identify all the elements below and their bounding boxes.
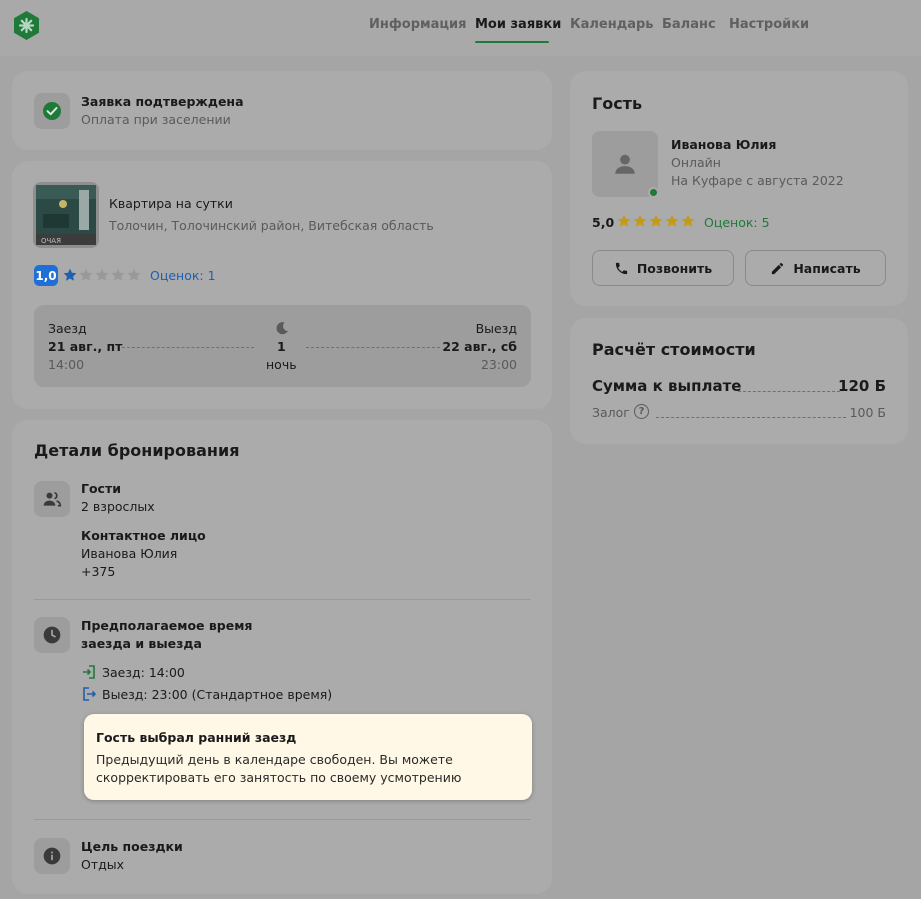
checkout-date: 22 авг., сб [442, 339, 517, 354]
section-divider [34, 599, 531, 600]
moon-icon [276, 322, 288, 335]
deposit-value: 100 Б [849, 405, 886, 420]
purpose-value: Отдых [81, 857, 125, 872]
price-card: Расчёт стоимости Сумма к выплате 120 Б З… [570, 318, 908, 444]
total-value: 120 Б [838, 377, 886, 395]
checkin-time: 14:00 [48, 357, 85, 372]
kufar-logo-icon[interactable] [11, 10, 42, 41]
details-title: Детали бронирования [34, 441, 240, 460]
deposit-dotted-line [656, 417, 846, 418]
call-button-label: Позвонить [636, 260, 713, 276]
star-empty-icon [95, 268, 109, 281]
status-subtitle: Оплата при заселении [81, 112, 231, 127]
checkout-time: 23:00 [480, 357, 517, 372]
listing-card: ОЧАЯ Квартира на сутки Толочин, Толочинс… [12, 161, 552, 409]
nights-label: ночь [266, 357, 297, 372]
nav-item-calendar[interactable]: Календарь [570, 17, 654, 32]
star-filled-icon [649, 214, 663, 227]
early-checkin-notice: Гость выбрал ранний заезд Предыдущий ден… [84, 714, 532, 800]
status-icon-box [34, 93, 70, 129]
checkin-dotted-line [122, 347, 254, 348]
guest-stars [616, 213, 696, 229]
message-button[interactable]: Написать [745, 250, 886, 286]
checkout-time-line: Выезд: 23:00 (Стандартное время) [102, 687, 333, 702]
purpose-icon-box [34, 838, 70, 874]
contact-phone: +375 [81, 564, 116, 579]
logout-icon [83, 687, 96, 701]
section-divider [34, 819, 531, 820]
purpose-label: Цель поездки [81, 839, 183, 854]
star-filled-icon [665, 214, 679, 227]
svg-text:ОЧАЯ: ОЧАЯ [41, 237, 61, 245]
status-card: Заявка подтверждена Оплата при заселении [12, 71, 552, 150]
notice-text-line-1: Предыдущий день в календаре свободен. Вы… [96, 752, 453, 767]
status-title: Заявка подтверждена [81, 94, 244, 109]
listing-address: Толочин, Толочинский район, Витебская об… [109, 218, 434, 233]
phone-icon [615, 262, 627, 274]
star-filled-icon [681, 214, 695, 227]
time-label-line-2: заезда и выезда [81, 636, 202, 651]
guests-value: 2 взрослых [81, 499, 155, 514]
guest-rating-value: 5,0 [592, 215, 615, 230]
check-circle-icon [43, 102, 61, 120]
guests-label: Гости [81, 481, 121, 496]
people-icon [43, 491, 62, 507]
info-icon [43, 847, 61, 865]
nav-item-info[interactable]: Информация [369, 17, 467, 32]
message-button-label: Написать [793, 260, 861, 276]
apartment-photo-icon: ОЧАЯ [36, 185, 96, 245]
nav-item-my-requests[interactable]: Мои заявки [475, 17, 561, 32]
nav-active-underline [475, 41, 549, 43]
stay-dates-box: Заезд 21 авг., пт 14:00 1 ночь Выезд 22 … [34, 305, 531, 387]
star-empty-icon [127, 268, 141, 281]
checkin-label: Заезд [48, 321, 87, 336]
time-icon-box [34, 617, 70, 653]
user-icon [615, 154, 635, 174]
guest-since: На Куфаре с августа 2022 [671, 173, 844, 188]
notice-text-line-2: скорректировать его занятость по своему … [96, 770, 462, 785]
listing-reviews-link[interactable]: Оценок: 1 [150, 268, 216, 283]
guest-status: Онлайн [671, 155, 721, 170]
guest-card: Гость Иванова Юлия Онлайн На Куфаре с ав… [570, 71, 908, 306]
booking-details-card: Детали бронирования Гости 2 взрослых Кон… [12, 420, 552, 894]
total-label: Сумма к выплате [592, 377, 742, 395]
deposit-label: Залог [592, 405, 630, 420]
guest-title: Гость [592, 94, 643, 113]
login-icon [83, 665, 95, 679]
listing-stars [62, 267, 142, 283]
star-filled-icon [633, 214, 647, 227]
guest-reviews-link[interactable]: Оценок: 5 [704, 215, 770, 230]
price-title: Расчёт стоимости [592, 340, 756, 359]
top-header: Информация Мои заявки Календарь Баланс Н… [0, 0, 921, 56]
star-empty-icon [111, 268, 125, 281]
checkout-label: Выезд [475, 321, 517, 336]
contact-name: Иванова Юлия [81, 546, 178, 561]
call-button[interactable]: Позвонить [592, 250, 734, 286]
checkin-date: 21 авг., пт [48, 339, 123, 354]
online-status-dot [648, 187, 659, 198]
star-filled-icon [63, 268, 77, 281]
listing-thumbnail[interactable]: ОЧАЯ [33, 182, 99, 248]
guests-icon-box [34, 481, 70, 517]
nights-count: 1 [277, 339, 286, 354]
guest-name: Иванова Юлия [671, 137, 777, 152]
contact-label: Контактное лицо [81, 528, 206, 543]
notice-title: Гость выбрал ранний заезд [96, 730, 297, 745]
nav-item-balance[interactable]: Баланс [662, 17, 716, 32]
help-icon[interactable]: ? [634, 404, 649, 419]
guest-avatar[interactable] [592, 131, 658, 197]
pencil-icon [772, 262, 784, 274]
checkout-dotted-line [306, 347, 440, 348]
listing-rating-badge: 1,0 [34, 265, 58, 286]
time-label-line-1: Предполагаемое время [81, 618, 253, 633]
star-filled-icon [617, 214, 631, 227]
star-empty-icon [79, 268, 93, 281]
nav-item-settings[interactable]: Настройки [729, 17, 809, 32]
listing-type: Квартира на сутки [109, 196, 233, 211]
total-dotted-line [738, 391, 840, 392]
clock-icon [43, 626, 61, 644]
checkin-time-line: Заезд: 14:00 [102, 665, 185, 680]
